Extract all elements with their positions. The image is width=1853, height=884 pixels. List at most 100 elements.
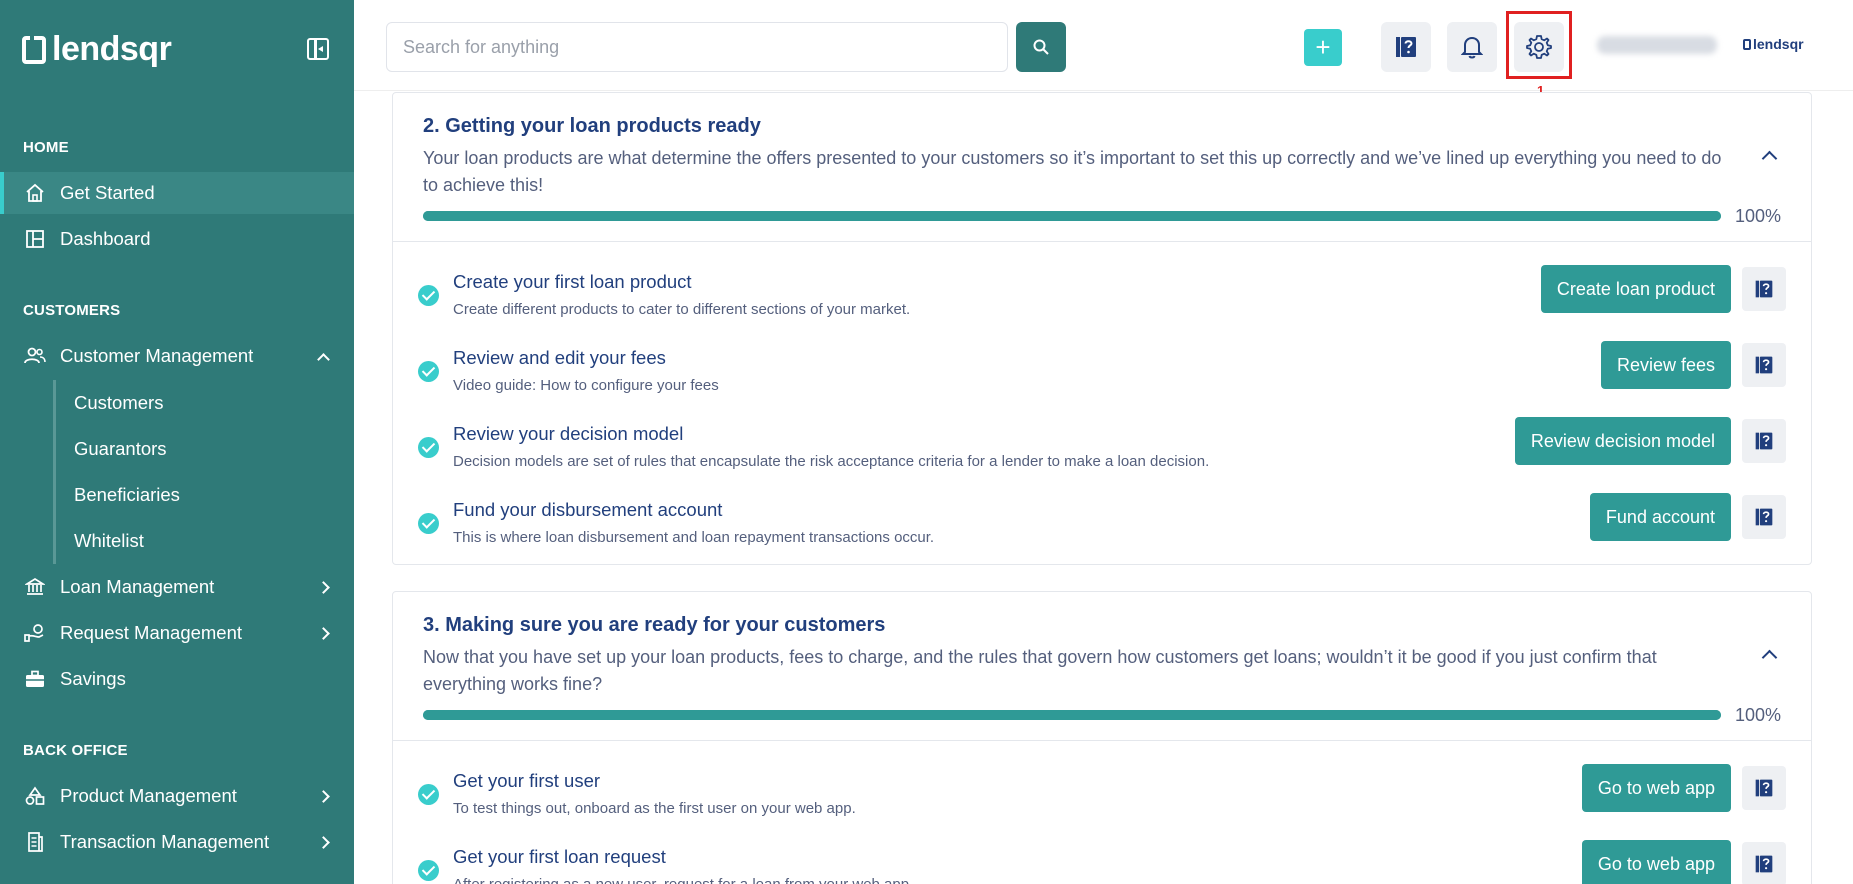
sidebar-item-label: Product Management [60,785,237,806]
sidebar-item-label: Transaction Management [60,831,270,852]
task-subtitle: This is where loan disbursement and loan… [453,529,935,546]
task-row: Fund your disbursement account This is w… [393,493,1811,563]
request-icon [24,622,46,644]
progress-bar [423,710,1721,720]
checklist-card: 2. Getting your loan products ready Your… [392,92,1812,565]
document-icon [24,831,46,853]
sidebar-item-request-management[interactable]: Request Management [0,612,354,654]
top-header: + 1 lendsqr [354,0,1853,98]
help-book-icon [1755,356,1773,374]
card-description: Your loan products are what determine th… [423,148,1722,195]
sidebar-item-whitelist[interactable]: Whitelist [74,528,144,554]
check-circle-icon [418,860,439,881]
task-row: Get your first user To test things out, … [393,764,1811,834]
task-row: Create your first loan product Create di… [393,265,1811,335]
check-circle-icon [418,361,439,382]
task-help-button[interactable] [1742,267,1786,311]
check-circle-icon [418,437,439,458]
task-help-button[interactable] [1742,495,1786,539]
task-title: Get your first loan request [453,846,666,867]
chevron-up-icon [317,352,330,366]
brand-logo[interactable]: lendsqr [22,30,172,69]
card-title: 3. Making sure you are ready for your cu… [423,614,886,636]
collapse-sidebar-icon[interactable] [307,38,329,60]
sidebar: lendsqr HOME Get Started Dashboard CUSTO… [0,0,354,884]
lendsqr-logo-icon [1743,38,1751,50]
divider [393,241,1811,242]
task-title: Review and edit your fees [453,347,666,368]
progress-bar [423,211,1721,221]
sidebar-item-customer-management[interactable]: Customer Management [0,335,354,377]
task-help-button[interactable] [1742,343,1786,387]
fund-account-button[interactable]: Fund account [1589,493,1731,541]
briefcase-icon [24,668,46,690]
task-title: Fund your disbursement account [453,499,723,520]
go-to-web-app-button[interactable]: Go to web app [1581,840,1731,884]
sidebar-item-label: Dashboard [60,228,151,249]
task-help-button[interactable] [1742,766,1786,810]
task-help-button[interactable] [1742,419,1786,463]
sidebar-item-label: Get Started [60,182,155,203]
checklist-card: 3. Making sure you are ready for your cu… [392,591,1812,884]
task-title: Get your first user [453,770,601,791]
sidebar-item-label: Loan Management [60,576,215,597]
sidebar-item-guarantors[interactable]: Guarantors [74,436,167,462]
task-title: Review your decision model [453,423,684,444]
help-guide-button[interactable] [1381,22,1431,72]
sidebar-item-get-started[interactable]: Get Started [0,172,354,214]
task-subtitle: Create different products to cater to di… [453,301,911,318]
check-circle-icon [418,513,439,534]
help-book-icon [1755,779,1773,797]
task-subtitle: Video guide: How to configure your fees [453,377,719,394]
task-title: Create your first loan product [453,271,692,292]
check-circle-icon [418,285,439,306]
dashboard-icon [24,228,46,250]
task-subtitle: To test things out, onboard as the first… [453,800,856,817]
user-name-blurred[interactable] [1597,36,1717,54]
sidebar-item-beneficiaries[interactable]: Beneficiaries [74,482,180,508]
task-row: Review and edit your fees Video guide: H… [393,341,1811,411]
review-fees-button[interactable]: Review fees [1600,341,1731,389]
section-label-customers: CUSTOMERS [23,302,121,319]
go-to-web-app-button[interactable]: Go to web app [1581,764,1731,812]
search-button[interactable] [1016,22,1066,72]
task-row: Get your first loan request After regist… [393,840,1811,884]
sidebar-item-transaction-management[interactable]: Transaction Management [0,821,354,863]
bell-icon [1461,36,1483,59]
task-row: Review your decision model Decision mode… [393,417,1811,487]
sidebar-item-dashboard[interactable]: Dashboard [0,218,354,260]
divider [393,740,1811,741]
help-book-icon [1755,432,1773,450]
card-description: Now that you have set up your loan produ… [423,647,1657,694]
users-icon [24,345,46,367]
create-loan-product-button[interactable]: Create loan product [1540,265,1731,313]
sidebar-item-label: Request Management [60,622,243,643]
section-label-back-office: BACK OFFICE [23,742,128,759]
progress-fill [423,211,1721,221]
task-help-button[interactable] [1742,842,1786,884]
help-book-icon [1396,37,1416,57]
sidebar-item-product-management[interactable]: Product Management [0,775,354,817]
progress-label: 100% [1734,206,1781,226]
sidebar-item-loan-management[interactable]: Loan Management [0,566,354,608]
card-title: 2. Getting your loan products ready [423,115,761,137]
help-book-icon [1755,280,1773,298]
header-logo: lendsqr [1743,36,1804,52]
chevron-up-icon[interactable] [1761,649,1778,666]
add-button[interactable]: + [1304,29,1342,66]
search-icon [1033,39,1049,55]
chevron-right-icon [317,580,330,594]
chevron-right-icon [317,835,330,849]
review-decision-model-button[interactable]: Review decision model [1514,417,1731,465]
notifications-button[interactable] [1447,22,1497,72]
product-icon [24,785,46,807]
sidebar-item-savings[interactable]: Savings [0,658,354,700]
section-label-home: HOME [23,139,69,156]
progress-fill [423,710,1721,720]
check-circle-icon [418,784,439,805]
sidebar-item-customers[interactable]: Customers [74,390,163,416]
search-input[interactable] [386,22,1008,72]
task-subtitle: Decision models are set of rules that en… [453,453,1210,470]
brand-name: lendsqr [52,30,172,68]
chevron-up-icon[interactable] [1761,150,1778,167]
